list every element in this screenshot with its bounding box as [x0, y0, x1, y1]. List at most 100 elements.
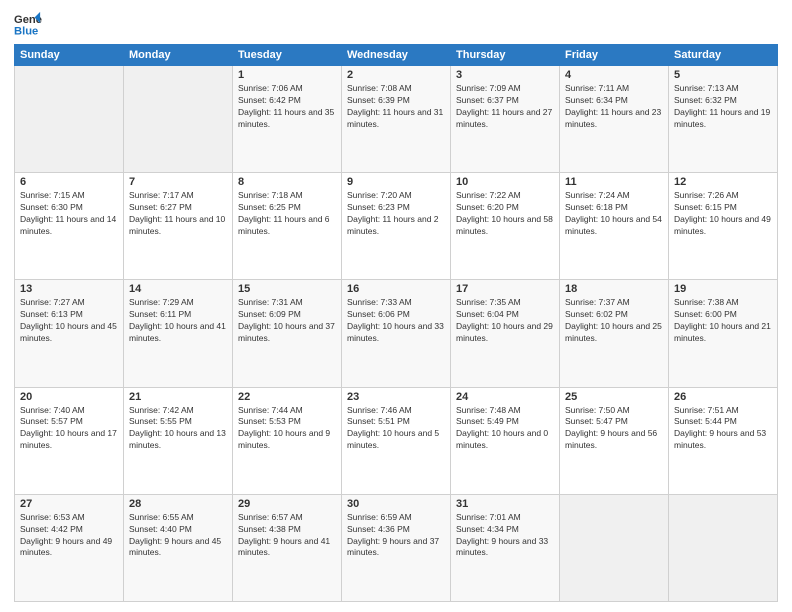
- day-number: 12: [674, 176, 772, 188]
- calendar-header-tuesday: Tuesday: [233, 45, 342, 66]
- calendar-header-saturday: Saturday: [669, 45, 778, 66]
- calendar-week-row: 27 Sunrise: 6:53 AMSunset: 4:42 PMDayligh…: [15, 494, 778, 601]
- day-info: Sunrise: 7:06 AMSunset: 6:42 PMDaylight:…: [238, 83, 336, 131]
- calendar-week-row: 13 Sunrise: 7:27 AMSunset: 6:13 PMDayligh…: [15, 280, 778, 387]
- day-info: Sunrise: 7:40 AMSunset: 5:57 PMDaylight:…: [20, 405, 118, 453]
- day-number: 13: [20, 283, 118, 295]
- day-number: 2: [347, 69, 445, 81]
- day-info: Sunrise: 7:48 AMSunset: 5:49 PMDaylight:…: [456, 405, 554, 453]
- day-number: 29: [238, 498, 336, 510]
- calendar-cell: 27 Sunrise: 6:53 AMSunset: 4:42 PMDayligh…: [15, 494, 124, 601]
- day-number: 11: [565, 176, 663, 188]
- calendar-cell: 25 Sunrise: 7:50 AMSunset: 5:47 PMDayligh…: [560, 387, 669, 494]
- day-number: 8: [238, 176, 336, 188]
- day-number: 23: [347, 391, 445, 403]
- calendar-cell: 18Sunrise: 7:37 AMSunset: 6:02 PMDayligh…: [560, 280, 669, 387]
- day-info: Sunrise: 7:37 AMSunset: 6:02 PMDaylight:…: [565, 297, 663, 345]
- calendar-cell: [124, 66, 233, 173]
- day-info: Sunrise: 7:46 AMSunset: 5:51 PMDaylight:…: [347, 405, 445, 453]
- day-info: Sunrise: 7:38 AMSunset: 6:00 PMDaylight:…: [674, 297, 772, 345]
- day-number: 5: [674, 69, 772, 81]
- calendar-cell: [669, 494, 778, 601]
- day-info: Sunrise: 7:35 AMSunset: 6:04 PMDaylight:…: [456, 297, 554, 345]
- day-info: Sunrise: 7:13 AMSunset: 6:32 PMDaylight:…: [674, 83, 772, 131]
- calendar-cell: 14 Sunrise: 7:29 AMSunset: 6:11 PMDayligh…: [124, 280, 233, 387]
- day-info: Sunrise: 7:18 AMSunset: 6:25 PMDaylight:…: [238, 190, 336, 238]
- calendar-cell: 30 Sunrise: 6:59 AMSunset: 4:36 PMDayligh…: [342, 494, 451, 601]
- day-number: 6: [20, 176, 118, 188]
- header: General Blue: [14, 10, 778, 38]
- calendar-cell: 8 Sunrise: 7:18 AMSunset: 6:25 PMDaylight…: [233, 173, 342, 280]
- calendar-cell: 23 Sunrise: 7:46 AMSunset: 5:51 PMDayligh…: [342, 387, 451, 494]
- calendar-cell: 7 Sunrise: 7:17 AMSunset: 6:27 PMDaylight…: [124, 173, 233, 280]
- day-info: Sunrise: 7:20 AMSunset: 6:23 PMDaylight:…: [347, 190, 445, 238]
- day-info: Sunrise: 7:15 AMSunset: 6:30 PMDaylight:…: [20, 190, 118, 238]
- calendar-cell: 2 Sunrise: 7:08 AMSunset: 6:39 PMDaylight…: [342, 66, 451, 173]
- day-info: Sunrise: 7:09 AMSunset: 6:37 PMDaylight:…: [456, 83, 554, 131]
- day-number: 16: [347, 283, 445, 295]
- day-number: 25: [565, 391, 663, 403]
- calendar-cell: 19 Sunrise: 7:38 AMSunset: 6:00 PMDayligh…: [669, 280, 778, 387]
- calendar-cell: 24 Sunrise: 7:48 AMSunset: 5:49 PMDayligh…: [451, 387, 560, 494]
- day-info: Sunrise: 7:26 AMSunset: 6:15 PMDaylight:…: [674, 190, 772, 238]
- day-info: Sunrise: 6:53 AMSunset: 4:42 PMDaylight:…: [20, 512, 118, 560]
- calendar-header-row: SundayMondayTuesdayWednesdayThursdayFrid…: [15, 45, 778, 66]
- calendar-cell: 3 Sunrise: 7:09 AMSunset: 6:37 PMDaylight…: [451, 66, 560, 173]
- day-info: Sunrise: 7:29 AMSunset: 6:11 PMDaylight:…: [129, 297, 227, 345]
- day-number: 30: [347, 498, 445, 510]
- calendar-cell: 1 Sunrise: 7:06 AMSunset: 6:42 PMDaylight…: [233, 66, 342, 173]
- calendar-cell: 9Sunrise: 7:20 AMSunset: 6:23 PMDaylight…: [342, 173, 451, 280]
- day-number: 21: [129, 391, 227, 403]
- day-info: Sunrise: 7:17 AMSunset: 6:27 PMDaylight:…: [129, 190, 227, 238]
- day-info: Sunrise: 6:59 AMSunset: 4:36 PMDaylight:…: [347, 512, 445, 560]
- calendar-cell: [560, 494, 669, 601]
- day-number: 26: [674, 391, 772, 403]
- calendar-cell: 16 Sunrise: 7:33 AMSunset: 6:06 PMDayligh…: [342, 280, 451, 387]
- day-number: 17: [456, 283, 554, 295]
- calendar-cell: 15 Sunrise: 7:31 AMSunset: 6:09 PMDayligh…: [233, 280, 342, 387]
- day-info: Sunrise: 7:11 AMSunset: 6:34 PMDaylight:…: [565, 83, 663, 131]
- day-number: 10: [456, 176, 554, 188]
- calendar-cell: 11 Sunrise: 7:24 AMSunset: 6:18 PMDayligh…: [560, 173, 669, 280]
- day-number: 15: [238, 283, 336, 295]
- calendar-header-wednesday: Wednesday: [342, 45, 451, 66]
- calendar-cell: 21 Sunrise: 7:42 AMSunset: 5:55 PMDayligh…: [124, 387, 233, 494]
- day-info: Sunrise: 7:08 AMSunset: 6:39 PMDaylight:…: [347, 83, 445, 131]
- calendar-cell: 28 Sunrise: 6:55 AMSunset: 4:40 PMDayligh…: [124, 494, 233, 601]
- calendar-cell: 29Sunrise: 6:57 AMSunset: 4:38 PMDayligh…: [233, 494, 342, 601]
- calendar-cell: 4 Sunrise: 7:11 AMSunset: 6:34 PMDaylight…: [560, 66, 669, 173]
- day-number: 19: [674, 283, 772, 295]
- day-info: Sunrise: 6:55 AMSunset: 4:40 PMDaylight:…: [129, 512, 227, 560]
- day-info: Sunrise: 7:42 AMSunset: 5:55 PMDaylight:…: [129, 405, 227, 453]
- day-number: 7: [129, 176, 227, 188]
- calendar-header-sunday: Sunday: [15, 45, 124, 66]
- calendar-cell: 20Sunrise: 7:40 AMSunset: 5:57 PMDayligh…: [15, 387, 124, 494]
- calendar-cell: [15, 66, 124, 173]
- day-number: 27: [20, 498, 118, 510]
- day-number: 24: [456, 391, 554, 403]
- day-info: Sunrise: 7:27 AMSunset: 6:13 PMDaylight:…: [20, 297, 118, 345]
- day-number: 31: [456, 498, 554, 510]
- day-number: 1: [238, 69, 336, 81]
- calendar-header-friday: Friday: [560, 45, 669, 66]
- day-number: 14: [129, 283, 227, 295]
- calendar-cell: 22Sunrise: 7:44 AMSunset: 5:53 PMDayligh…: [233, 387, 342, 494]
- day-info: Sunrise: 7:31 AMSunset: 6:09 PMDaylight:…: [238, 297, 336, 345]
- calendar-cell: 26 Sunrise: 7:51 AMSunset: 5:44 PMDayligh…: [669, 387, 778, 494]
- calendar-header-monday: Monday: [124, 45, 233, 66]
- day-info: Sunrise: 7:50 AMSunset: 5:47 PMDaylight:…: [565, 405, 663, 453]
- calendar-table: SundayMondayTuesdayWednesdayThursdayFrid…: [14, 44, 778, 602]
- calendar-cell: 10Sunrise: 7:22 AMSunset: 6:20 PMDayligh…: [451, 173, 560, 280]
- calendar-cell: 31Sunrise: 7:01 AMSunset: 4:34 PMDayligh…: [451, 494, 560, 601]
- day-info: Sunrise: 7:33 AMSunset: 6:06 PMDaylight:…: [347, 297, 445, 345]
- calendar-week-row: 6 Sunrise: 7:15 AMSunset: 6:30 PMDaylight…: [15, 173, 778, 280]
- day-number: 3: [456, 69, 554, 81]
- page-container: General Blue SundayMondayTuesdayWednesda…: [0, 0, 792, 612]
- day-info: Sunrise: 7:24 AMSunset: 6:18 PMDaylight:…: [565, 190, 663, 238]
- svg-text:Blue: Blue: [14, 25, 38, 37]
- day-number: 4: [565, 69, 663, 81]
- logo: General Blue: [14, 10, 42, 38]
- day-info: Sunrise: 7:51 AMSunset: 5:44 PMDaylight:…: [674, 405, 772, 453]
- calendar-week-row: 20Sunrise: 7:40 AMSunset: 5:57 PMDayligh…: [15, 387, 778, 494]
- day-number: 28: [129, 498, 227, 510]
